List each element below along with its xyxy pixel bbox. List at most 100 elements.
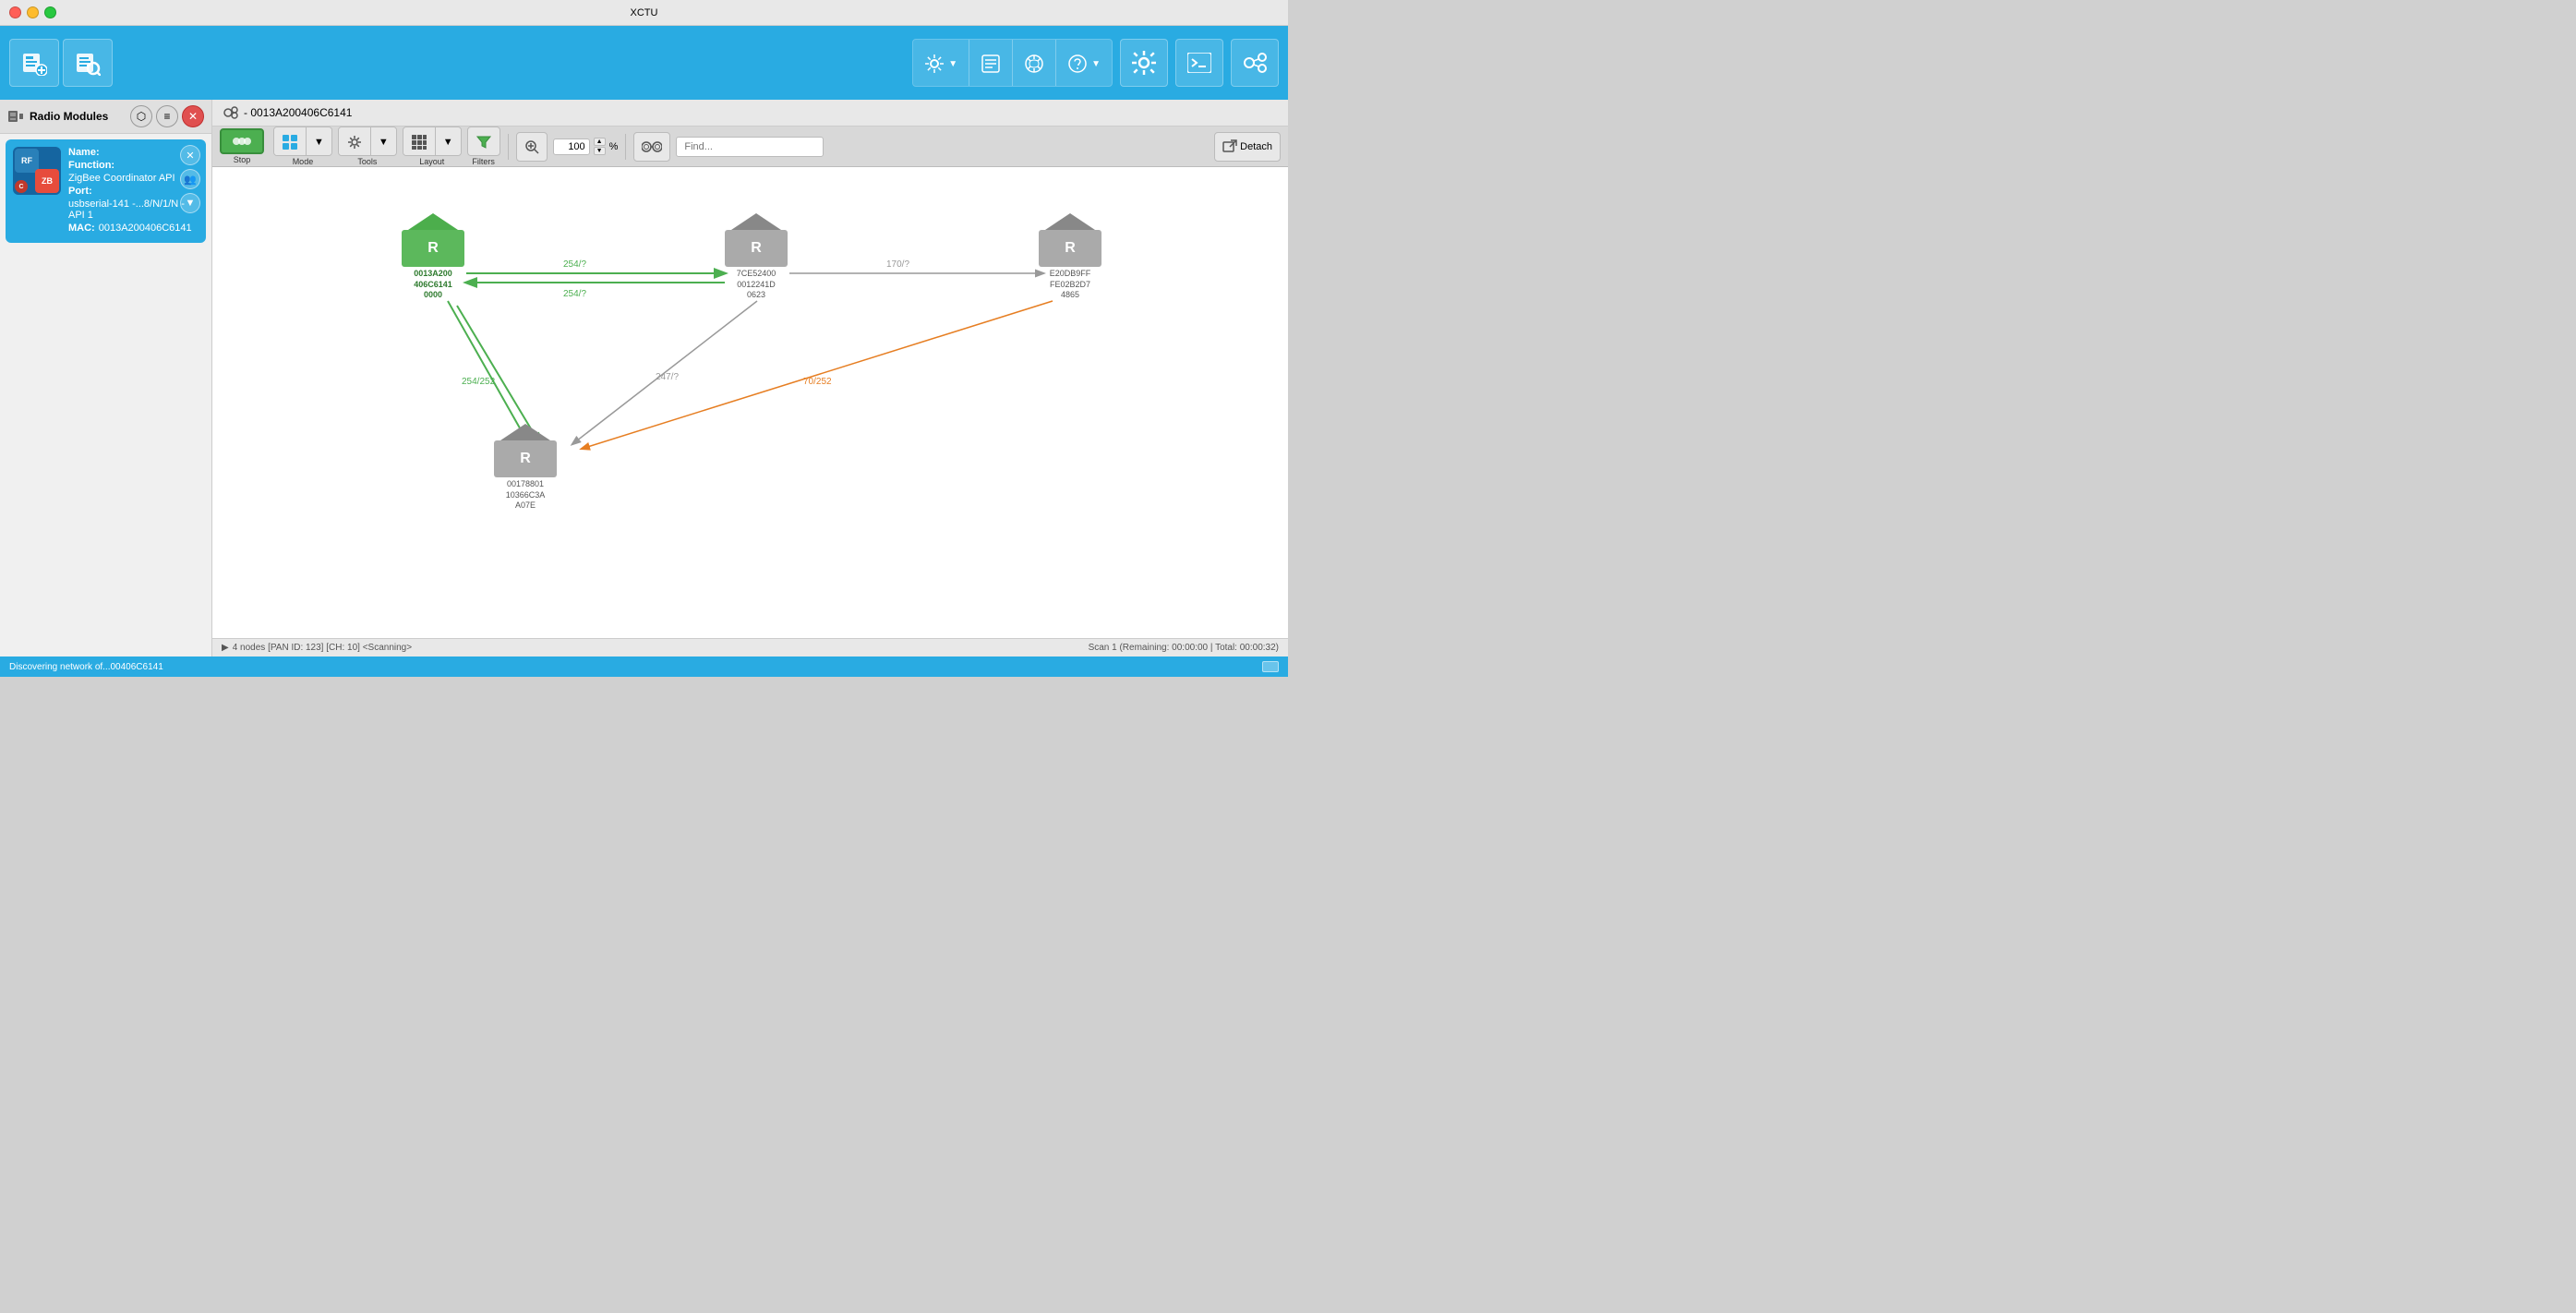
config-button[interactable]: ▼ <box>913 40 969 87</box>
layout-dropdown-btn[interactable]: ▼ <box>436 127 461 156</box>
terminal-button[interactable] <box>1175 39 1223 87</box>
status-right-text: Scan 1 (Remaining: 00:00:00 | Total: 00:… <box>1089 643 1279 653</box>
network-icon <box>1243 51 1267 75</box>
panel-actions: ⬡ ≡ ✕ <box>130 105 204 127</box>
search-input[interactable] <box>676 137 824 157</box>
node-2[interactable]: R 7CE524000012241D0623 <box>725 213 788 301</box>
c-badge: C <box>15 180 28 193</box>
device-close-button[interactable]: ✕ <box>180 145 200 165</box>
device-name-row: Name: <box>68 147 199 158</box>
network-header-icon <box>223 105 238 120</box>
node-3-label: E20DB9FFFE02B2D74865 <box>1050 269 1091 301</box>
filters-icon <box>475 133 492 150</box>
console-button[interactable] <box>1013 40 1056 87</box>
node-3[interactable]: R E20DB9FFFE02B2D74865 <box>1039 213 1101 301</box>
mode-main-btn[interactable] <box>274 127 307 156</box>
network-canvas: 254/? 254/? 170/? 254/252 247/? 70/252 <box>212 167 1288 638</box>
node-2-label: 7CE524000012241D0623 <box>737 269 776 301</box>
radio-modules-icon <box>7 108 24 125</box>
zoom-unit: % <box>609 141 619 152</box>
settings-button[interactable] <box>1120 39 1168 87</box>
main-layout: Radio Modules ⬡ ≡ ✕ RF ZB C Name: Fun <box>0 100 1288 656</box>
mode-icon <box>282 134 298 151</box>
zoom-input[interactable] <box>553 139 590 155</box>
panel-title-text: Radio Modules <box>30 110 108 123</box>
node-coordinator[interactable]: R 0013A200406C61410000 <box>402 213 464 301</box>
node-house-3: R <box>1039 213 1101 267</box>
expand-arrow[interactable]: ▶ <box>222 643 229 653</box>
port-label: Port: <box>68 186 92 197</box>
zoom-fit-button[interactable] <box>516 132 548 162</box>
zoom-down-button[interactable]: ▼ <box>594 147 606 155</box>
find-button[interactable] <box>633 132 670 162</box>
separator-1 <box>508 134 509 160</box>
tools-dropdown-btn[interactable]: ▼ <box>371 127 396 156</box>
label-70-252: 70/252 <box>803 377 832 387</box>
function-label: Function: <box>68 160 114 171</box>
minimize-button[interactable] <box>27 6 39 18</box>
tools-main-btn[interactable] <box>339 127 371 156</box>
function-value: ZigBee Coordinator API <box>68 173 175 184</box>
status-indicator <box>1262 661 1279 672</box>
modules-list-button[interactable]: ⬡ <box>130 105 152 127</box>
maximize-button[interactable] <box>44 6 56 18</box>
node-house-coordinator: R <box>402 213 464 267</box>
node-4-label: 0017880110366C3AA07E <box>506 479 546 512</box>
label-254-252: 254/252 <box>462 377 496 387</box>
conn-node3-node4 <box>582 301 1053 449</box>
node-4[interactable]: R 0017880110366C3AA07E <box>494 424 557 512</box>
tools-button[interactable]: ▼ Tools <box>338 126 397 166</box>
mode-button[interactable]: ▼ Mode <box>273 126 332 166</box>
mode-label: Mode <box>293 157 314 166</box>
stop-label: Stop <box>234 155 251 164</box>
zoom-up-button[interactable]: ▲ <box>594 138 606 146</box>
layout-main-btn[interactable] <box>403 127 436 156</box>
separator-2 <box>625 134 626 160</box>
mac-label: MAC: <box>68 223 95 234</box>
device-port-value-row: usbserial-141 -...8/N/1/N - API 1 <box>68 199 199 221</box>
close-button[interactable] <box>9 6 21 18</box>
conn-node2-node4 <box>572 301 757 444</box>
help-dropdown-arrow: ▼ <box>1091 59 1101 69</box>
binoculars-icon <box>642 139 662 154</box>
right-panel: - 0013A200406C6141 Stop <box>212 100 1288 656</box>
mode-dropdown-btn[interactable]: ▼ <box>307 127 331 156</box>
sort-button[interactable]: ≡ <box>156 105 178 127</box>
zb-part: ZB <box>35 169 59 193</box>
device-port-row: Port: <box>68 186 199 197</box>
node4-r-label: R <box>520 451 531 467</box>
device-share-button[interactable]: 👥 <box>180 169 200 189</box>
tools-icon <box>346 134 363 151</box>
device-expand-button[interactable]: ▼ <box>180 193 200 213</box>
layout-label: Layout <box>419 157 444 166</box>
toolbar-left <box>9 39 113 87</box>
label-170: 170/? <box>886 259 909 270</box>
help-icon <box>1067 54 1088 74</box>
close-panel-button[interactable]: ✕ <box>182 105 204 127</box>
device-mac-row: MAC: 0013A200406C6141 <box>68 223 199 234</box>
terminal-icon <box>1187 53 1211 73</box>
toolbar-right: ▼ <box>912 39 1279 87</box>
help-button[interactable]: ▼ <box>1056 40 1112 87</box>
layout-button[interactable]: ▼ Layout <box>403 126 462 166</box>
network-header: - 0013A200406C6141 <box>212 100 1288 126</box>
log-button[interactable] <box>969 40 1013 87</box>
stop-button[interactable]: Stop <box>220 128 264 164</box>
filters-button[interactable]: Filters <box>467 126 500 166</box>
label-254-left: 254/? <box>563 289 586 299</box>
filters-main-btn[interactable] <box>467 126 500 156</box>
network-button[interactable] <box>1231 39 1279 87</box>
add-module-button[interactable] <box>9 39 59 87</box>
node-coordinator-label: 0013A200406C61410000 <box>414 269 452 301</box>
node2-r-label: R <box>751 240 762 257</box>
panel-header: Radio Modules ⬡ ≡ ✕ <box>0 100 211 134</box>
detach-button[interactable]: Detach <box>1214 132 1281 162</box>
node-house-4: R <box>494 424 557 477</box>
search-module-icon <box>75 50 101 76</box>
rf-part: RF <box>15 149 39 173</box>
status-left-text: 4 nodes [PAN ID: 123] [CH: 10] <Scanning… <box>233 643 412 653</box>
search-module-button[interactable] <box>63 39 113 87</box>
bottom-status-text: Discovering network of...00406C6141 <box>9 662 163 672</box>
mode-btn-group: ▼ <box>273 126 332 156</box>
mac-value: 0013A200406C6141 <box>99 223 192 234</box>
